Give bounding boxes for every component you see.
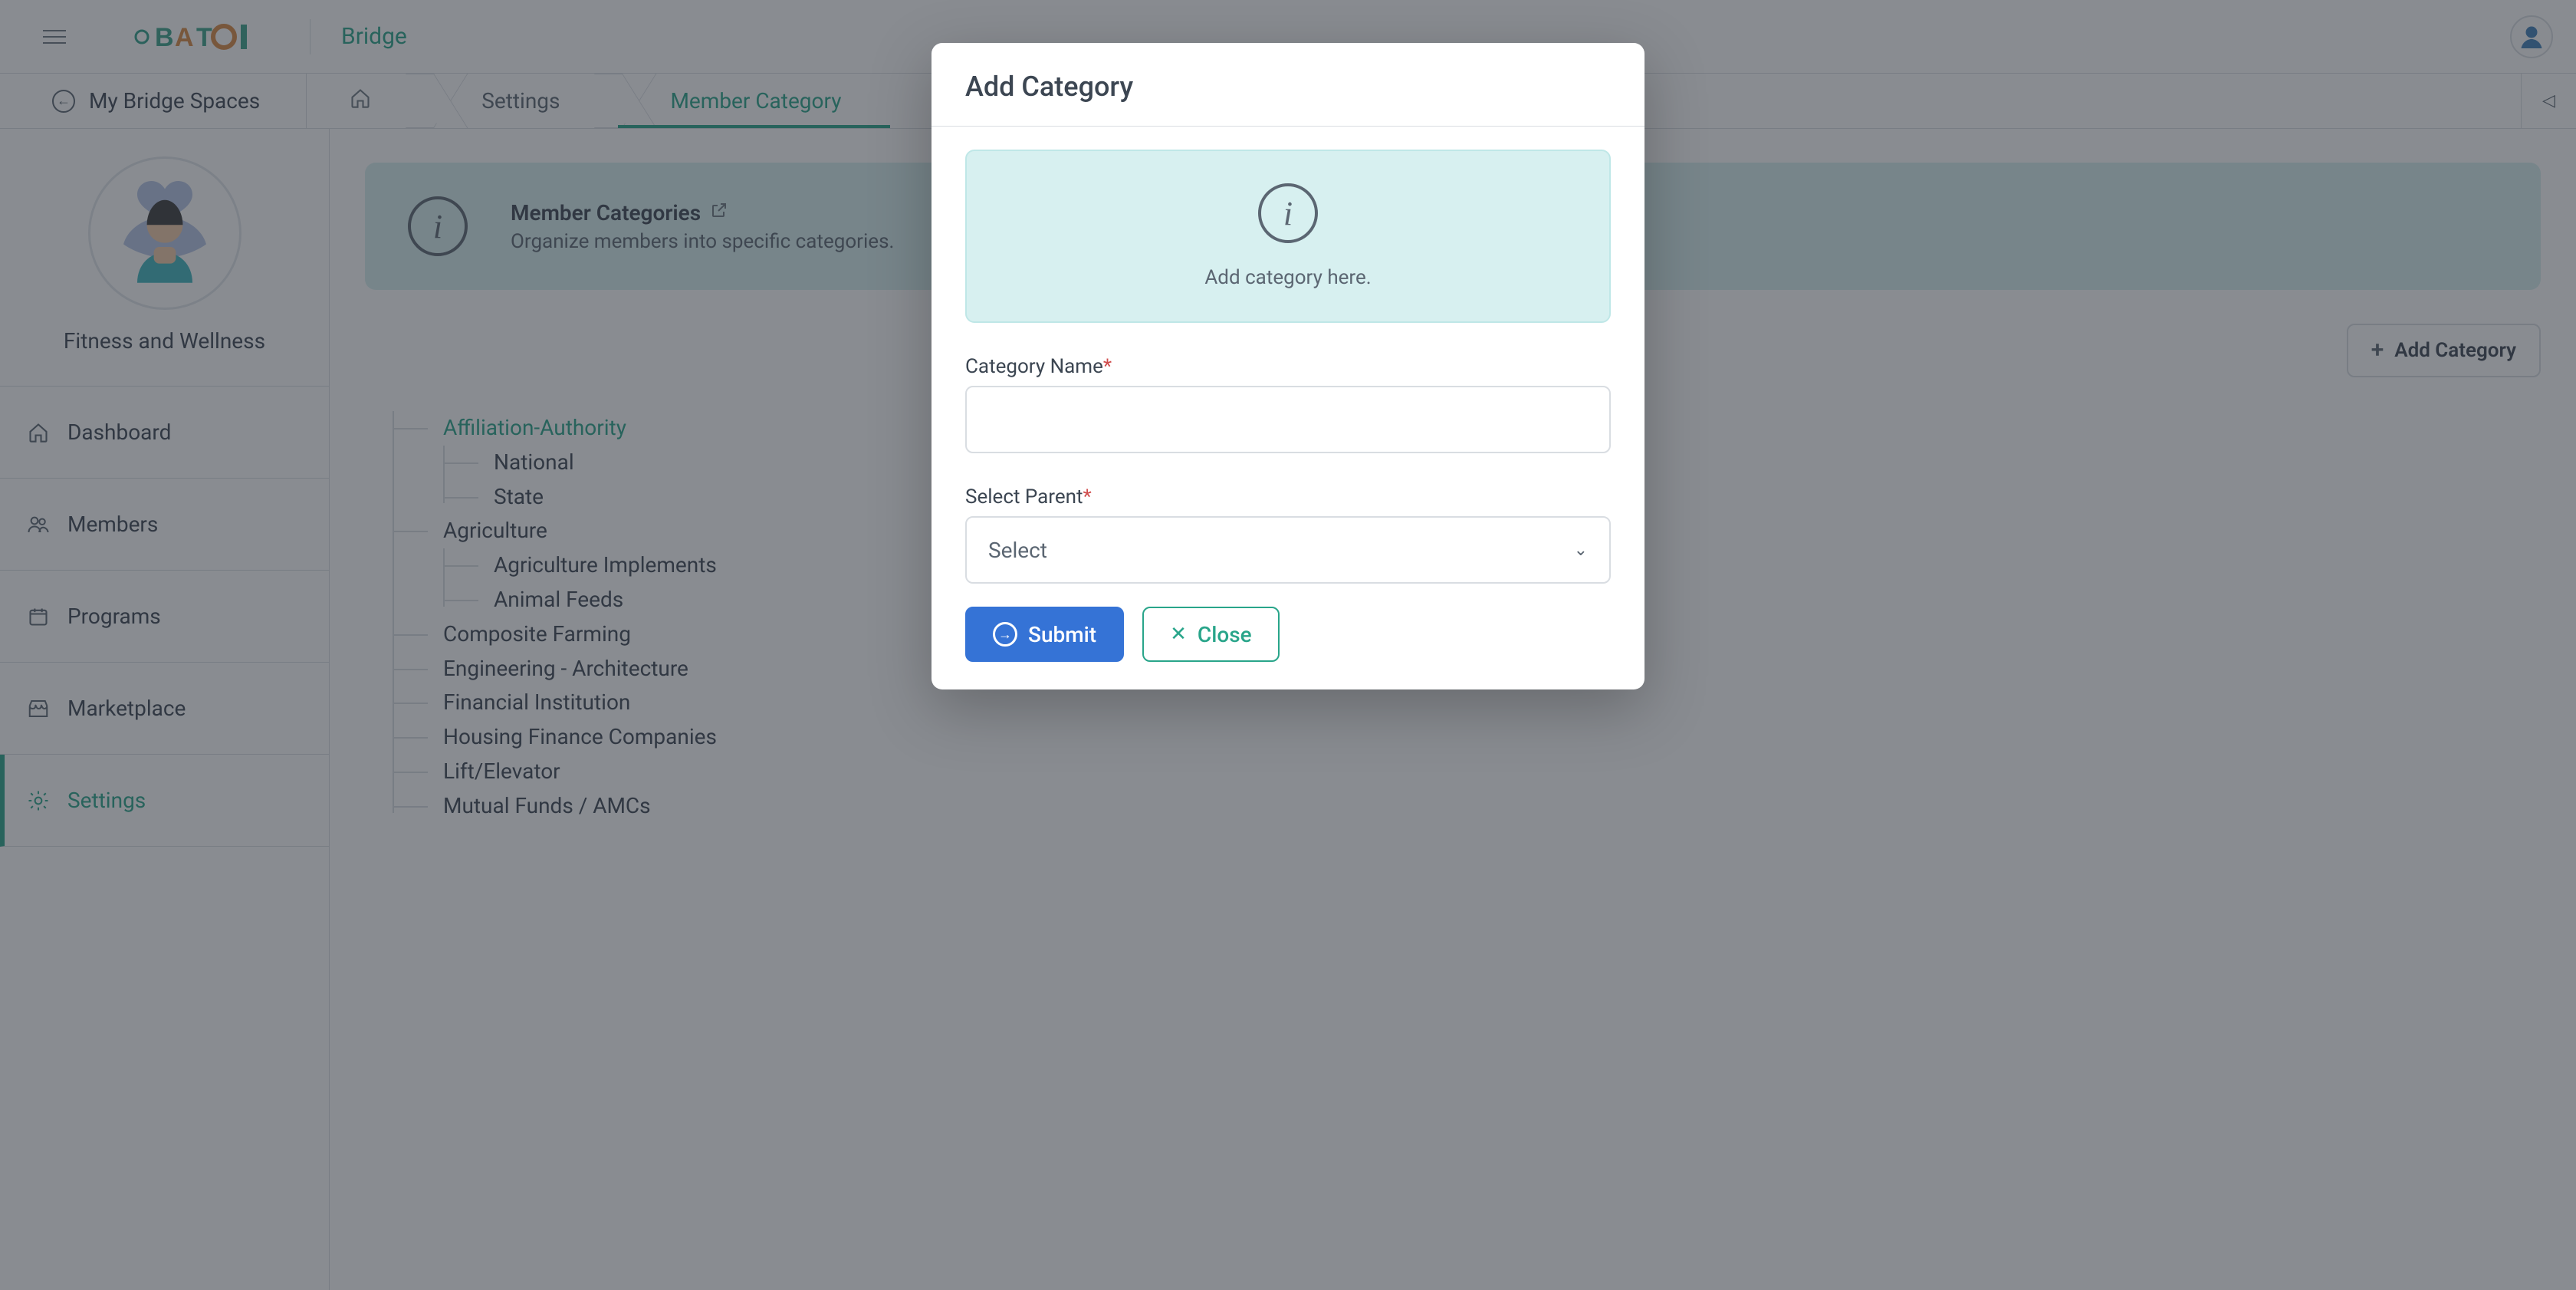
- select-parent-label: Select Parent*: [965, 485, 1611, 508]
- category-name-input[interactable]: [965, 386, 1611, 453]
- add-category-modal: Add Category i Add category here. Catego…: [932, 43, 1644, 689]
- modal-info-panel: i Add category here.: [965, 150, 1611, 323]
- arrow-right-circle-icon: →: [993, 622, 1017, 647]
- modal-info-text: Add category here.: [1204, 266, 1371, 289]
- submit-button[interactable]: → Submit: [965, 607, 1124, 662]
- category-name-label: Category Name*: [965, 355, 1611, 378]
- chevron-down-icon: ⌄: [1574, 541, 1588, 560]
- modal-title: Add Category: [965, 71, 1611, 103]
- select-parent-dropdown[interactable]: Select ⌄: [965, 516, 1611, 584]
- info-icon: i: [1258, 183, 1318, 243]
- close-button[interactable]: ✕ Close: [1142, 607, 1280, 662]
- close-icon: ✕: [1170, 623, 1187, 646]
- modal-overlay[interactable]: Add Category i Add category here. Catego…: [0, 0, 2576, 1290]
